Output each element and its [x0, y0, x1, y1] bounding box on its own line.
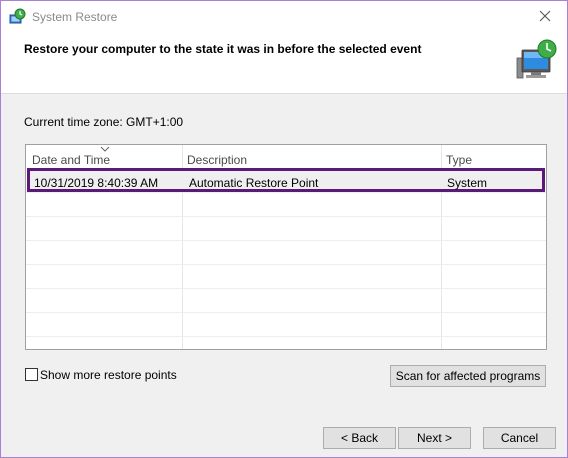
- restore-point-row-selected[interactable]: 10/31/2019 8:40:39 AM Automatic Restore …: [27, 168, 545, 192]
- show-more-restore-points-checkbox[interactable]: [25, 368, 38, 381]
- page-title: Restore your computer to the state it wa…: [24, 42, 422, 56]
- column-header-description[interactable]: Description: [187, 145, 247, 169]
- row-divider: [26, 192, 546, 193]
- system-restore-window: System Restore Restore your computer to …: [0, 0, 568, 458]
- system-restore-computer-icon: [516, 39, 557, 79]
- system-restore-app-icon: [9, 8, 26, 24]
- scan-affected-programs-button[interactable]: Scan for affected programs: [390, 365, 546, 387]
- header-panel: Restore your computer to the state it wa…: [1, 31, 567, 94]
- row-type: System: [447, 176, 488, 190]
- cancel-button[interactable]: Cancel: [483, 427, 556, 449]
- window-title: System Restore: [32, 10, 118, 24]
- back-button[interactable]: < Back: [323, 427, 396, 449]
- title-bar[interactable]: System Restore: [1, 1, 567, 31]
- close-icon: [539, 10, 551, 22]
- row-divider: [26, 312, 546, 313]
- row-divider: [26, 264, 546, 265]
- row-divider: [26, 336, 546, 337]
- row-date-time: 10/31/2019 8:40:39 AM: [34, 176, 159, 190]
- column-header-type[interactable]: Type: [446, 145, 472, 169]
- restore-points-list[interactable]: Date and Time Description Type 10/31/201…: [25, 144, 547, 350]
- next-button[interactable]: Next >: [398, 427, 471, 449]
- column-header-date-time[interactable]: Date and Time: [32, 145, 110, 169]
- row-divider: [26, 216, 546, 217]
- timezone-label: Current time zone: GMT+1:00: [24, 115, 184, 129]
- close-button[interactable]: [523, 1, 567, 31]
- row-divider: [26, 240, 546, 241]
- show-more-restore-points-label[interactable]: Show more restore points: [40, 368, 177, 382]
- row-description: Automatic Restore Point: [189, 176, 319, 190]
- row-divider: [26, 288, 546, 289]
